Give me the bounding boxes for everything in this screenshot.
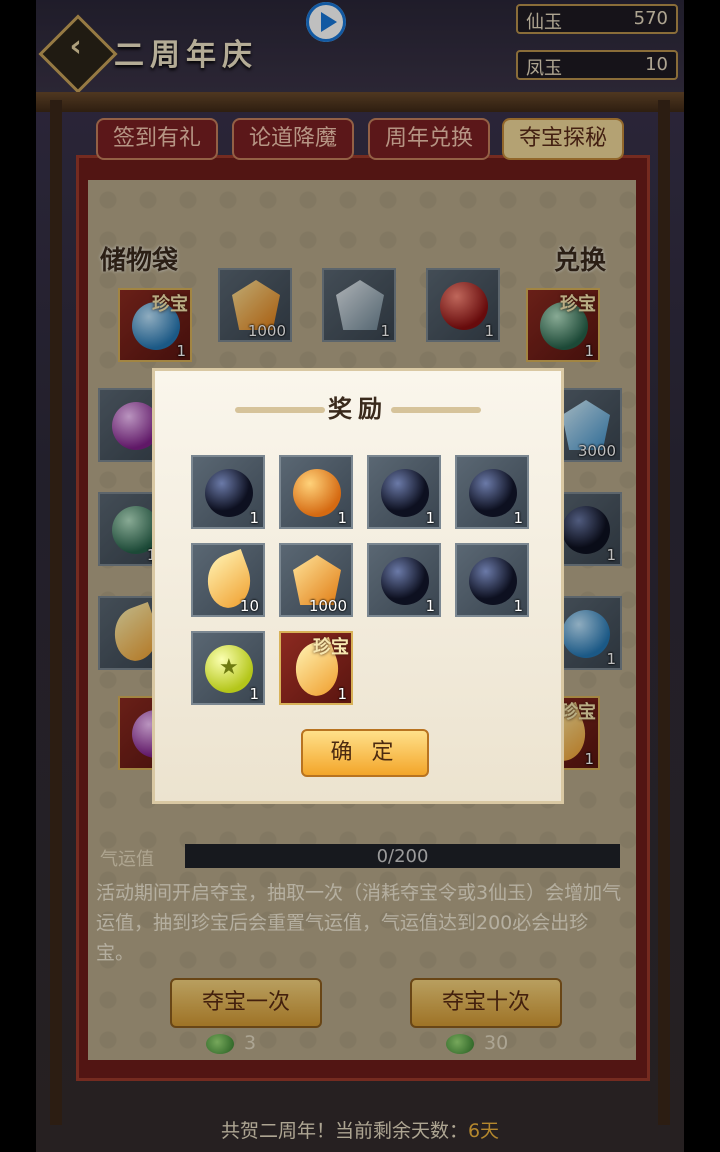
black-orb-icon [381, 557, 429, 605]
item-count: 1 [337, 509, 347, 527]
reward-item[interactable]: 1000 [279, 543, 353, 617]
modal-title: 奖励 [328, 394, 388, 423]
item-count: 1 [249, 509, 259, 527]
reward-item-treasure[interactable]: 珍宝 1 [279, 631, 353, 705]
item-count: 1 [513, 597, 523, 615]
reward-item[interactable]: 1 [455, 455, 529, 529]
treasure-tag: 珍宝 [313, 637, 349, 658]
item-count: 1000 [308, 597, 347, 615]
item-count: 1 [249, 685, 259, 703]
reward-modal: 奖励 1 1 1 1 10 1000 1 1 ★ 1 珍宝 1 确 定 [152, 368, 564, 804]
confirm-button[interactable]: 确 定 [301, 729, 429, 777]
black-orb-icon [381, 469, 429, 517]
item-count: 1 [337, 685, 347, 703]
reward-item[interactable]: ★ 1 [191, 631, 265, 705]
black-orb-icon [205, 469, 253, 517]
fire-orb-icon [293, 469, 341, 517]
item-count: 10 [239, 597, 259, 615]
black-orb-icon [469, 557, 517, 605]
item-count: 1 [425, 509, 435, 527]
reward-item[interactable]: 1 [367, 543, 441, 617]
item-count: 1 [425, 597, 435, 615]
reward-item[interactable]: 1 [367, 455, 441, 529]
star-orb-icon: ★ [205, 645, 253, 693]
reward-item[interactable]: 1 [455, 543, 529, 617]
item-count: 1 [513, 509, 523, 527]
reward-item[interactable]: 10 [191, 543, 265, 617]
reward-item[interactable]: 1 [191, 455, 265, 529]
black-orb-icon [469, 469, 517, 517]
reward-item[interactable]: 1 [279, 455, 353, 529]
game-screen: ‹ 二周年庆 仙玉 570 凤玉 10 签到有礼 论道降魔 周年兑换 夺宝探秘 … [36, 0, 684, 1152]
